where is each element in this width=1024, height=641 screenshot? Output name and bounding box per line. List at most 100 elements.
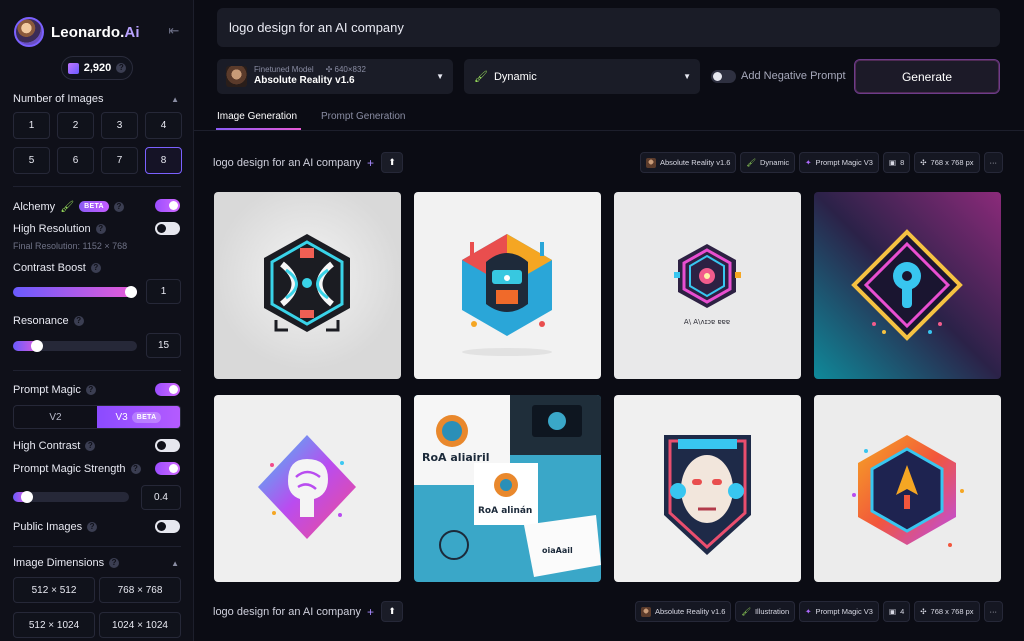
divider	[13, 370, 181, 371]
generation-prompt-text: logo design for an AI company	[213, 606, 361, 618]
generation-chips: Absolute Reality v1.6 🖌 Dynamic ✦ Prompt M…	[639, 152, 1003, 173]
prompt-magic-strength-toggle[interactable]	[155, 462, 180, 475]
dimension-512x512[interactable]: 512 × 512	[13, 577, 95, 603]
resonance-value[interactable]: 15	[146, 333, 181, 358]
reuse-prompt-button[interactable]: ⬆	[381, 601, 403, 622]
num-images-6[interactable]: 6	[57, 147, 94, 174]
prompt-magic-v3[interactable]: V3 BETA	[97, 406, 180, 428]
chip-model[interactable]: Absolute Reality v1.6	[639, 152, 737, 173]
final-resolution-note: Final Resolution: 1152 × 768	[13, 241, 128, 251]
image-dimensions-label: Image Dimensions ?	[13, 557, 120, 569]
info-icon[interactable]: ?	[85, 441, 96, 451]
chip-style[interactable]: 🖌 Dynamic	[740, 152, 796, 173]
add-icon[interactable]: +	[367, 156, 374, 170]
public-images-toggle[interactable]	[155, 520, 180, 533]
generated-image[interactable]	[214, 395, 401, 582]
divider	[13, 186, 181, 187]
model-size: ✣ 640×832	[325, 65, 366, 75]
info-icon[interactable]: ?	[95, 224, 106, 234]
avatar[interactable]	[14, 17, 44, 47]
chevron-up-icon[interactable]: ▲	[171, 559, 179, 568]
prompt-magic-version-selector: V2 V3 BETA	[13, 405, 181, 429]
chip-size[interactable]: ✣ 768 x 768 px	[914, 152, 980, 173]
generated-image[interactable]	[414, 192, 601, 379]
images-icon: ▣	[888, 158, 897, 167]
more-options-button[interactable]: ···	[983, 152, 1003, 173]
collapse-sidebar-icon[interactable]: ⇤	[166, 24, 182, 38]
dimension-1024x1024[interactable]: 1024 × 1024	[99, 612, 181, 638]
num-images-3[interactable]: 3	[101, 112, 138, 139]
reuse-prompt-button[interactable]: ⬆	[381, 152, 403, 173]
contrast-boost-value[interactable]: 1	[146, 279, 181, 304]
high-contrast-label: High Contrast ?	[13, 440, 96, 452]
info-icon[interactable]: ?	[130, 464, 141, 474]
chip-style[interactable]: 🖌 Illustration	[735, 601, 796, 622]
slider-handle[interactable]	[125, 286, 137, 298]
images-icon: ▣	[888, 607, 897, 616]
credits-badge[interactable]: 2,920 ?	[61, 56, 133, 80]
dimension-512x1024[interactable]: 512 × 1024	[13, 612, 95, 638]
num-images-4[interactable]: 4	[145, 112, 182, 139]
chip-count[interactable]: ▣ 4	[882, 601, 911, 622]
more-options-button[interactable]: ···	[983, 601, 1003, 622]
beta-badge: BETA	[79, 201, 109, 212]
slider-handle[interactable]	[31, 340, 43, 352]
info-icon[interactable]: ?	[116, 63, 127, 73]
high-resolution-toggle[interactable]	[155, 222, 180, 235]
info-icon[interactable]: ?	[73, 316, 84, 326]
prompt-input[interactable]: logo design for an AI company	[217, 8, 1000, 47]
num-images-2[interactable]: 2	[57, 112, 94, 139]
tab-image-generation[interactable]: Image Generation	[217, 111, 297, 122]
num-images-7[interactable]: 7	[101, 147, 138, 174]
generated-image[interactable]	[214, 192, 401, 379]
prompt-magic-toggle[interactable]	[155, 383, 180, 396]
generation-prompt: logo design for an AI company +	[213, 156, 374, 170]
model-select[interactable]: Finetuned Model ✣ 640×832 Absolute Realit…	[217, 59, 453, 94]
chip-size[interactable]: ✣ 768 x 768 px	[914, 601, 980, 622]
prompt-magic-strength-value[interactable]: 0.4	[141, 485, 181, 510]
resonance-slider[interactable]	[13, 340, 137, 352]
info-icon[interactable]: ?	[90, 263, 101, 273]
add-icon[interactable]: +	[367, 605, 374, 619]
generated-image[interactable]	[814, 192, 1001, 379]
prompt-magic-strength-slider[interactable]	[13, 491, 129, 503]
number-of-images-label: Number of Images	[13, 93, 104, 105]
generate-button[interactable]: Generate	[854, 59, 1000, 94]
app-logo[interactable]: Leonardo.Ai	[51, 24, 140, 41]
chevron-up-icon[interactable]: ▲	[171, 95, 179, 104]
slider-handle[interactable]	[21, 491, 33, 503]
info-icon[interactable]: ?	[85, 385, 96, 395]
prompt-magic-label: Prompt Magic ?	[13, 384, 96, 396]
chip-prompt-magic[interactable]: ✦ Prompt Magic V3	[799, 601, 879, 622]
info-icon[interactable]: ?	[87, 522, 98, 532]
info-icon[interactable]: ?	[109, 558, 120, 568]
model-text: Finetuned Model ✣ 640×832 Absolute Realit…	[254, 65, 366, 88]
prompt-magic-v2[interactable]: V2	[14, 406, 97, 428]
generated-image[interactable]: RoA aliairil RoA alinán oiaAail	[414, 395, 601, 582]
num-images-1[interactable]: 1	[13, 112, 50, 139]
negative-prompt-label[interactable]: Add Negative Prompt	[741, 70, 846, 82]
num-images-8[interactable]: 8	[145, 147, 182, 174]
generated-image-art	[414, 192, 601, 379]
negative-prompt-toggle[interactable]	[711, 70, 736, 83]
generated-image[interactable]	[614, 395, 801, 582]
generated-image[interactable]: A\ A\ʌɪɔɐ ɐɐɐ	[614, 192, 801, 379]
chip-count[interactable]: ▣ 8	[882, 152, 911, 173]
generation-prompt-text: logo design for an AI company	[213, 157, 361, 169]
contrast-boost-slider[interactable]	[13, 286, 137, 298]
style-select[interactable]: 🖌 Dynamic ▼	[464, 59, 700, 94]
generated-image-art	[614, 395, 801, 582]
generated-image[interactable]	[814, 395, 1001, 582]
image-text: oiaAail	[542, 546, 573, 555]
high-contrast-toggle[interactable]	[155, 439, 180, 452]
alchemy-toggle[interactable]	[155, 199, 180, 212]
chip-model[interactable]: Absolute Reality v1.6	[634, 601, 732, 622]
brush-icon: 🖌	[746, 158, 756, 167]
info-icon[interactable]: ?	[113, 201, 124, 212]
chip-prompt-magic[interactable]: ✦ Prompt Magic V3	[799, 152, 879, 173]
tab-prompt-generation[interactable]: Prompt Generation	[321, 111, 406, 122]
dimension-768x768[interactable]: 768 × 768	[99, 577, 181, 603]
sidebar: Leonardo.Ai ⇤ 2,920 ? Number of Images ▲…	[0, 0, 194, 641]
image-dimensions-grid: 512 × 512 768 × 768 512 × 1024 1024 × 10…	[13, 577, 181, 638]
num-images-5[interactable]: 5	[13, 147, 50, 174]
